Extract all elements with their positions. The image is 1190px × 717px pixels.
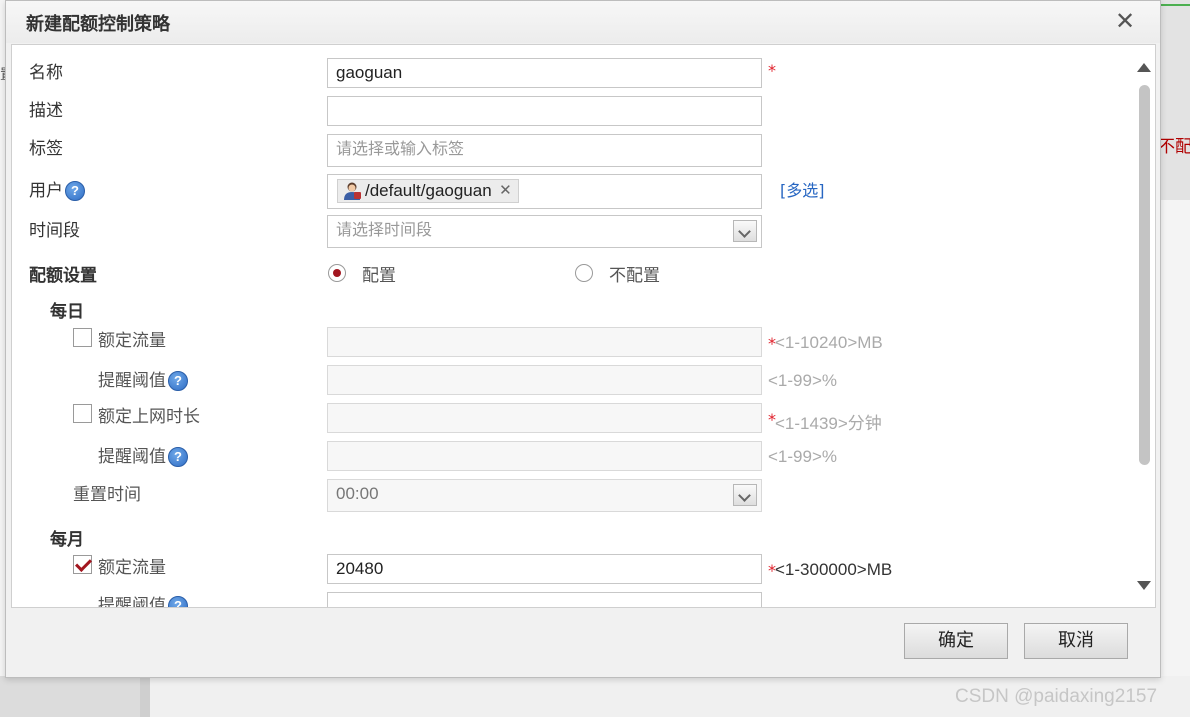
daily-online-alert-text: 提醒阈值 [98, 447, 166, 467]
background-divider [1160, 0, 1190, 6]
radio-configure-label: 配置 [362, 266, 396, 286]
user-label-text: 用户 [29, 181, 63, 201]
daily-online-alert-hint: <1-99>% [768, 447, 837, 466]
help-icon[interactable]: ? [168, 447, 188, 467]
tags-label: 标签 [29, 139, 63, 159]
daily-traffic-alert-hint: <1-99>% [768, 371, 837, 390]
monthly-traffic-checkbox[interactable] [73, 555, 92, 574]
description-input[interactable] [327, 96, 762, 126]
user-selector[interactable]: /default/gaoguan ✕ [327, 174, 762, 209]
dialog-header: 新建配额控制策略 ✕ [6, 1, 1160, 43]
chevron-down-icon[interactable] [733, 484, 757, 506]
reset-time-value: 00:00 [336, 484, 379, 503]
radio-no-configure-label: 不配置 [609, 266, 660, 286]
dialog-body: 名称 gaoguan * 描述 标签 请选择或输入标签 用户? /default… [11, 44, 1156, 608]
reset-time-label: 重置时间 [73, 485, 141, 505]
quota-settings-label: 配额设置 [29, 266, 97, 286]
monthly-traffic-input[interactable]: 20480 [327, 554, 762, 584]
close-icon[interactable]: ✕ [1115, 7, 1135, 35]
background-strip [0, 676, 140, 717]
tags-input[interactable]: 请选择或输入标签 [327, 134, 762, 167]
scrollbar-thumb[interactable] [1139, 85, 1150, 465]
daily-traffic-label: 额定流量 [98, 331, 166, 351]
user-label: 用户? [29, 176, 85, 201]
time-period-placeholder: 请选择时间段 [336, 220, 433, 239]
ok-button[interactable]: 确定 [904, 623, 1008, 659]
daily-traffic-checkbox[interactable] [73, 328, 92, 347]
background-strip [140, 676, 150, 717]
daily-section-label: 每日 [50, 302, 84, 322]
daily-online-time-hint: <1-1439>分钟 [775, 414, 882, 433]
background-right-panel [1160, 0, 1190, 200]
daily-traffic-hint: <1-10240>MB [775, 333, 883, 352]
chevron-down-icon[interactable] [733, 220, 757, 242]
monthly-traffic-alert-label: 提醒阈值? [98, 591, 188, 607]
scroll-down-arrow-icon[interactable] [1137, 581, 1151, 590]
user-chip: /default/gaoguan ✕ [337, 179, 519, 203]
scrollbar[interactable] [1132, 45, 1155, 607]
daily-traffic-alert-input[interactable] [327, 365, 762, 395]
form-content: 名称 gaoguan * 描述 标签 请选择或输入标签 用户? /default… [12, 45, 1132, 607]
description-label: 描述 [29, 101, 63, 121]
scroll-up-arrow-icon[interactable] [1137, 63, 1151, 72]
user-chip-text: /default/gaoguan [365, 181, 492, 200]
cancel-button[interactable]: 取消 [1024, 623, 1128, 659]
time-period-select[interactable]: 请选择时间段 [327, 215, 762, 248]
watermark: CSDN @paidaxing2157 [955, 686, 1158, 707]
required-mark: * [768, 61, 776, 80]
remove-chip-icon[interactable]: ✕ [499, 180, 512, 202]
name-label: 名称 [29, 63, 63, 83]
background-right-text: 不配置 [1158, 137, 1190, 157]
multi-select-link[interactable]: [多选] [780, 177, 825, 201]
daily-traffic-input[interactable] [327, 327, 762, 357]
quota-policy-dialog: 新建配额控制策略 ✕ 名称 gaoguan * 描述 标签 请选择或输入标签 用… [5, 0, 1161, 678]
help-icon[interactable]: ? [168, 371, 188, 391]
dialog-title: 新建配额控制策略 [26, 14, 170, 35]
monthly-traffic-alert-input[interactable] [327, 592, 762, 607]
daily-online-alert-label: 提醒阈值? [98, 442, 188, 467]
monthly-traffic-label: 额定流量 [98, 558, 166, 578]
reset-time-select[interactable]: 00:00 [327, 479, 762, 512]
daily-online-alert-input[interactable] [327, 441, 762, 471]
monthly-traffic-alert-text: 提醒阈值 [98, 596, 166, 607]
radio-no-configure[interactable] [575, 264, 593, 282]
radio-configure[interactable] [328, 264, 346, 282]
daily-online-time-label: 额定上网时长 [98, 407, 200, 427]
daily-traffic-alert-text: 提醒阈值 [98, 371, 166, 391]
daily-online-time-checkbox[interactable] [73, 404, 92, 423]
monthly-traffic-hint: <1-300000>MB [775, 560, 893, 579]
monthly-section-label: 每月 [50, 530, 84, 550]
user-icon [344, 182, 361, 200]
help-icon[interactable]: ? [65, 181, 85, 201]
time-period-label: 时间段 [29, 221, 80, 241]
daily-traffic-alert-label: 提醒阈值? [98, 366, 188, 391]
name-input[interactable]: gaoguan [327, 58, 762, 88]
daily-online-time-input[interactable] [327, 403, 762, 433]
help-icon[interactable]: ? [168, 596, 188, 607]
